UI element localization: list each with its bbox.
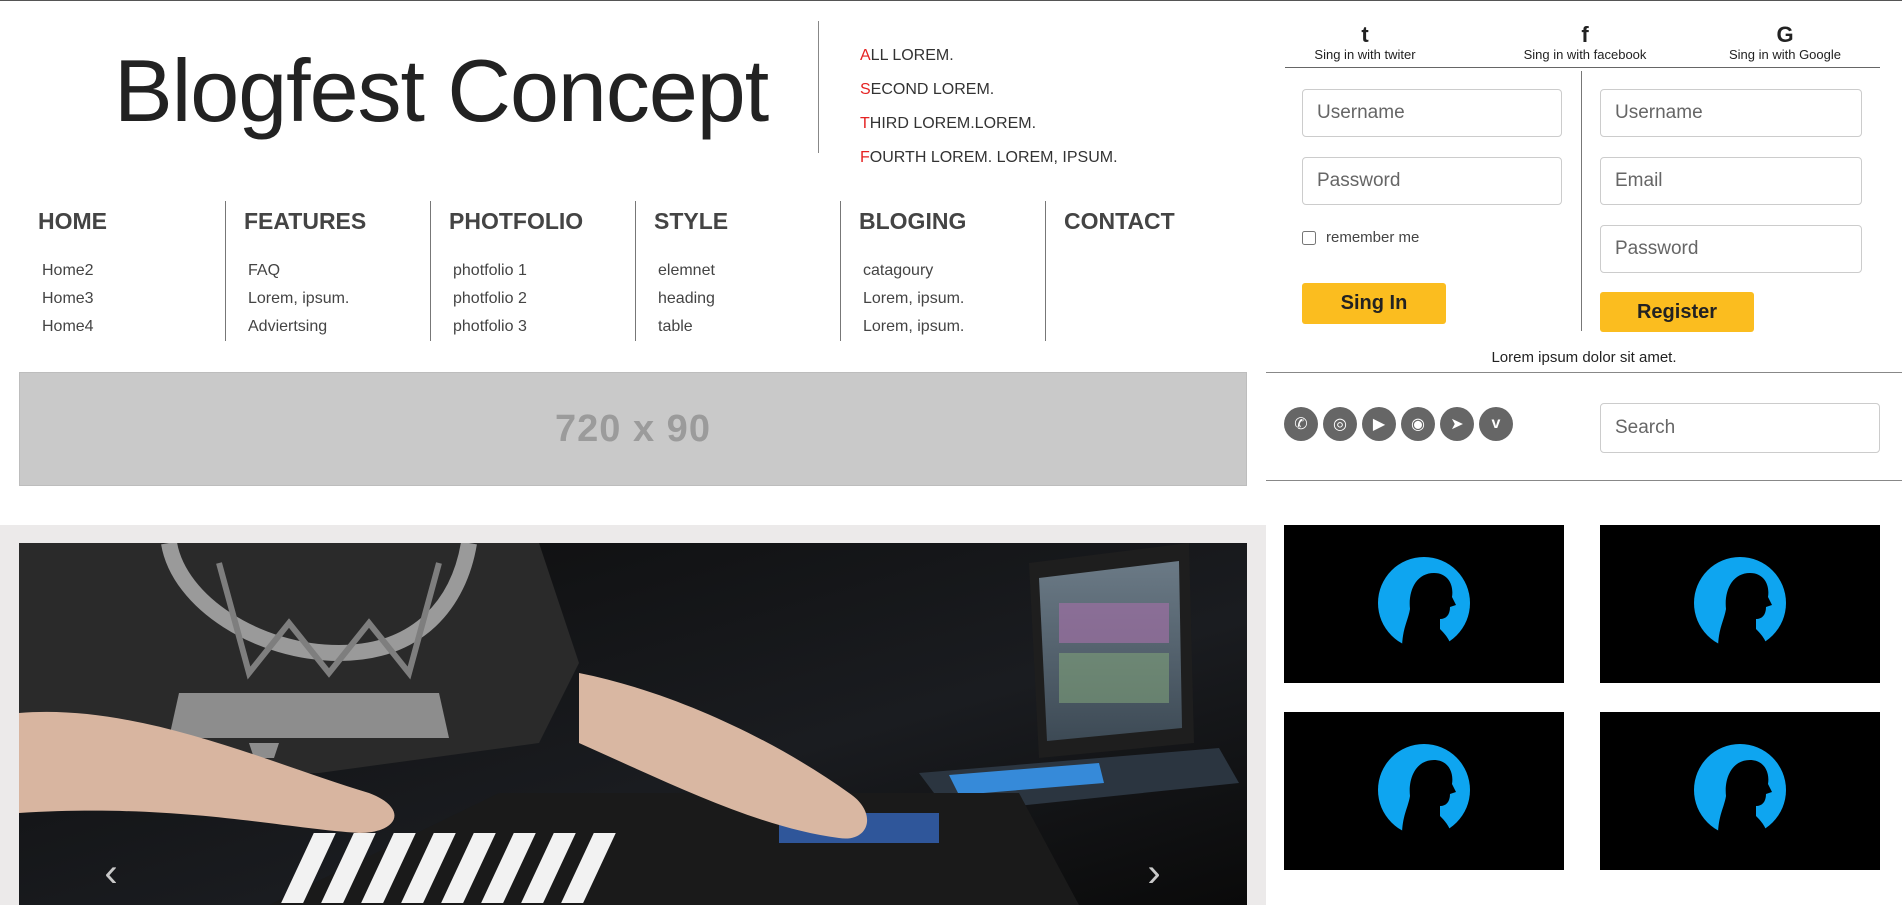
remember-me[interactable]: remember me bbox=[1302, 229, 1419, 246]
twitter-icon: t bbox=[1361, 22, 1369, 47]
register-username-input[interactable] bbox=[1600, 89, 1862, 137]
chevron-left-icon: ‹ bbox=[104, 851, 118, 895]
vimeo-icon[interactable]: v bbox=[1479, 407, 1513, 441]
sign-in-button[interactable]: Sing In bbox=[1302, 283, 1446, 324]
nav-item[interactable]: Home3 bbox=[38, 285, 225, 313]
nav-heading-home[interactable]: HOME bbox=[38, 201, 225, 257]
main-nav: HOME Home2 Home3 Home4 FEATURES FAQ Lore… bbox=[20, 201, 1250, 341]
quick-link[interactable]: SECOND LOREM. bbox=[860, 79, 1118, 113]
nav-col-style: STYLE elemnet heading table bbox=[635, 201, 840, 341]
user-avatar-icon bbox=[1600, 525, 1880, 683]
nav-item[interactable]: photfolio 1 bbox=[449, 257, 635, 285]
nav-item[interactable]: catagoury bbox=[859, 257, 1045, 285]
search-input[interactable] bbox=[1600, 403, 1880, 453]
instagram-icon[interactable]: ◎ bbox=[1323, 407, 1357, 441]
register-password-input[interactable] bbox=[1600, 225, 1862, 273]
nav-item[interactable]: Lorem, ipsum. bbox=[859, 313, 1045, 341]
nav-heading-contact[interactable]: CONTACT bbox=[1064, 201, 1245, 257]
remember-checkbox[interactable] bbox=[1302, 230, 1316, 245]
profile-thumbnail[interactable] bbox=[1284, 525, 1564, 683]
google-icon: G bbox=[1776, 22, 1794, 47]
register-button[interactable]: Register bbox=[1600, 292, 1754, 332]
chrome-icon[interactable]: ◉ bbox=[1401, 407, 1435, 441]
nav-item[interactable]: elemnet bbox=[654, 257, 840, 285]
profile-thumbnail[interactable] bbox=[1600, 712, 1880, 870]
divider bbox=[1266, 480, 1902, 481]
nav-item[interactable]: photfolio 2 bbox=[449, 285, 635, 313]
signin-google[interactable]: G Sing in with Google bbox=[1705, 22, 1865, 63]
profile-thumbnail[interactable] bbox=[1600, 525, 1880, 683]
nav-item[interactable]: photfolio 3 bbox=[449, 313, 635, 341]
tagline: Lorem ipsum dolor sit amet. bbox=[1491, 349, 1677, 366]
hero-carousel[interactable]: ‹ › bbox=[19, 543, 1247, 905]
user-avatar-icon bbox=[1284, 712, 1564, 870]
login-username-input[interactable] bbox=[1302, 89, 1562, 137]
telegram-icon[interactable]: ➤ bbox=[1440, 407, 1474, 441]
user-avatar-icon bbox=[1284, 525, 1564, 683]
quick-link[interactable]: ALL LOREM. bbox=[860, 45, 1118, 79]
quick-link[interactable]: FOURTH LOREM. LOREM, IPSUM. bbox=[860, 147, 1118, 181]
site-title: Blogfest Concept bbox=[114, 41, 769, 140]
social-signin-bar: t Sing in with twiter f Sing in with fac… bbox=[1285, 23, 1880, 68]
nav-col-bloging: BLOGING catagoury Lorem, ipsum. Lorem, i… bbox=[840, 201, 1045, 341]
nav-col-photfolio: PHOTFOLIO photfolio 1 photfolio 2 photfo… bbox=[430, 201, 635, 341]
nav-heading-photfolio[interactable]: PHOTFOLIO bbox=[449, 201, 635, 257]
chevron-right-icon: › bbox=[1147, 851, 1161, 895]
signin-facebook[interactable]: f Sing in with facebook bbox=[1505, 22, 1665, 63]
register-email-input[interactable] bbox=[1600, 157, 1862, 205]
nav-item[interactable]: FAQ bbox=[244, 257, 430, 285]
carousel-next-button[interactable]: › bbox=[1134, 853, 1174, 893]
nav-col-home: HOME Home2 Home3 Home4 bbox=[20, 201, 225, 341]
nav-item[interactable]: heading bbox=[654, 285, 840, 313]
quick-link[interactable]: THIRD LOREM.LOREM. bbox=[860, 113, 1118, 147]
nav-col-contact: CONTACT bbox=[1045, 201, 1245, 341]
nav-item[interactable]: Home4 bbox=[38, 313, 225, 341]
nav-item[interactable]: Lorem, ipsum. bbox=[244, 285, 430, 313]
carousel-prev-button[interactable]: ‹ bbox=[91, 853, 131, 893]
social-icons: ✆ ◎ ▶ ◉ ➤ v bbox=[1284, 407, 1513, 441]
nav-item[interactable]: table bbox=[654, 313, 840, 341]
form-divider bbox=[1581, 71, 1582, 331]
nav-heading-bloging[interactable]: BLOGING bbox=[859, 201, 1045, 257]
nav-heading-style[interactable]: STYLE bbox=[654, 201, 840, 257]
facebook-icon: f bbox=[1581, 22, 1589, 47]
login-password-input[interactable] bbox=[1302, 157, 1562, 205]
nav-item[interactable]: Lorem, ipsum. bbox=[859, 285, 1045, 313]
user-avatar-icon bbox=[1600, 712, 1880, 870]
title-divider bbox=[818, 21, 819, 153]
ad-banner[interactable]: 720 x 90 bbox=[19, 372, 1247, 486]
hero-image bbox=[19, 543, 1247, 905]
quick-links: ALL LOREM. SECOND LOREM. THIRD LOREM.LOR… bbox=[860, 45, 1118, 181]
nav-heading-features[interactable]: FEATURES bbox=[244, 201, 430, 257]
nav-item[interactable]: Adviertsing bbox=[244, 313, 430, 341]
nav-col-features: FEATURES FAQ Lorem, ipsum. Adviertsing bbox=[225, 201, 430, 341]
divider bbox=[1266, 372, 1902, 373]
profile-thumbnail[interactable] bbox=[1284, 712, 1564, 870]
youtube-icon[interactable]: ▶ bbox=[1362, 407, 1396, 441]
signin-twitter[interactable]: t Sing in with twiter bbox=[1285, 22, 1445, 63]
nav-item[interactable]: Home2 bbox=[38, 257, 225, 285]
whatsapp-icon[interactable]: ✆ bbox=[1284, 407, 1318, 441]
